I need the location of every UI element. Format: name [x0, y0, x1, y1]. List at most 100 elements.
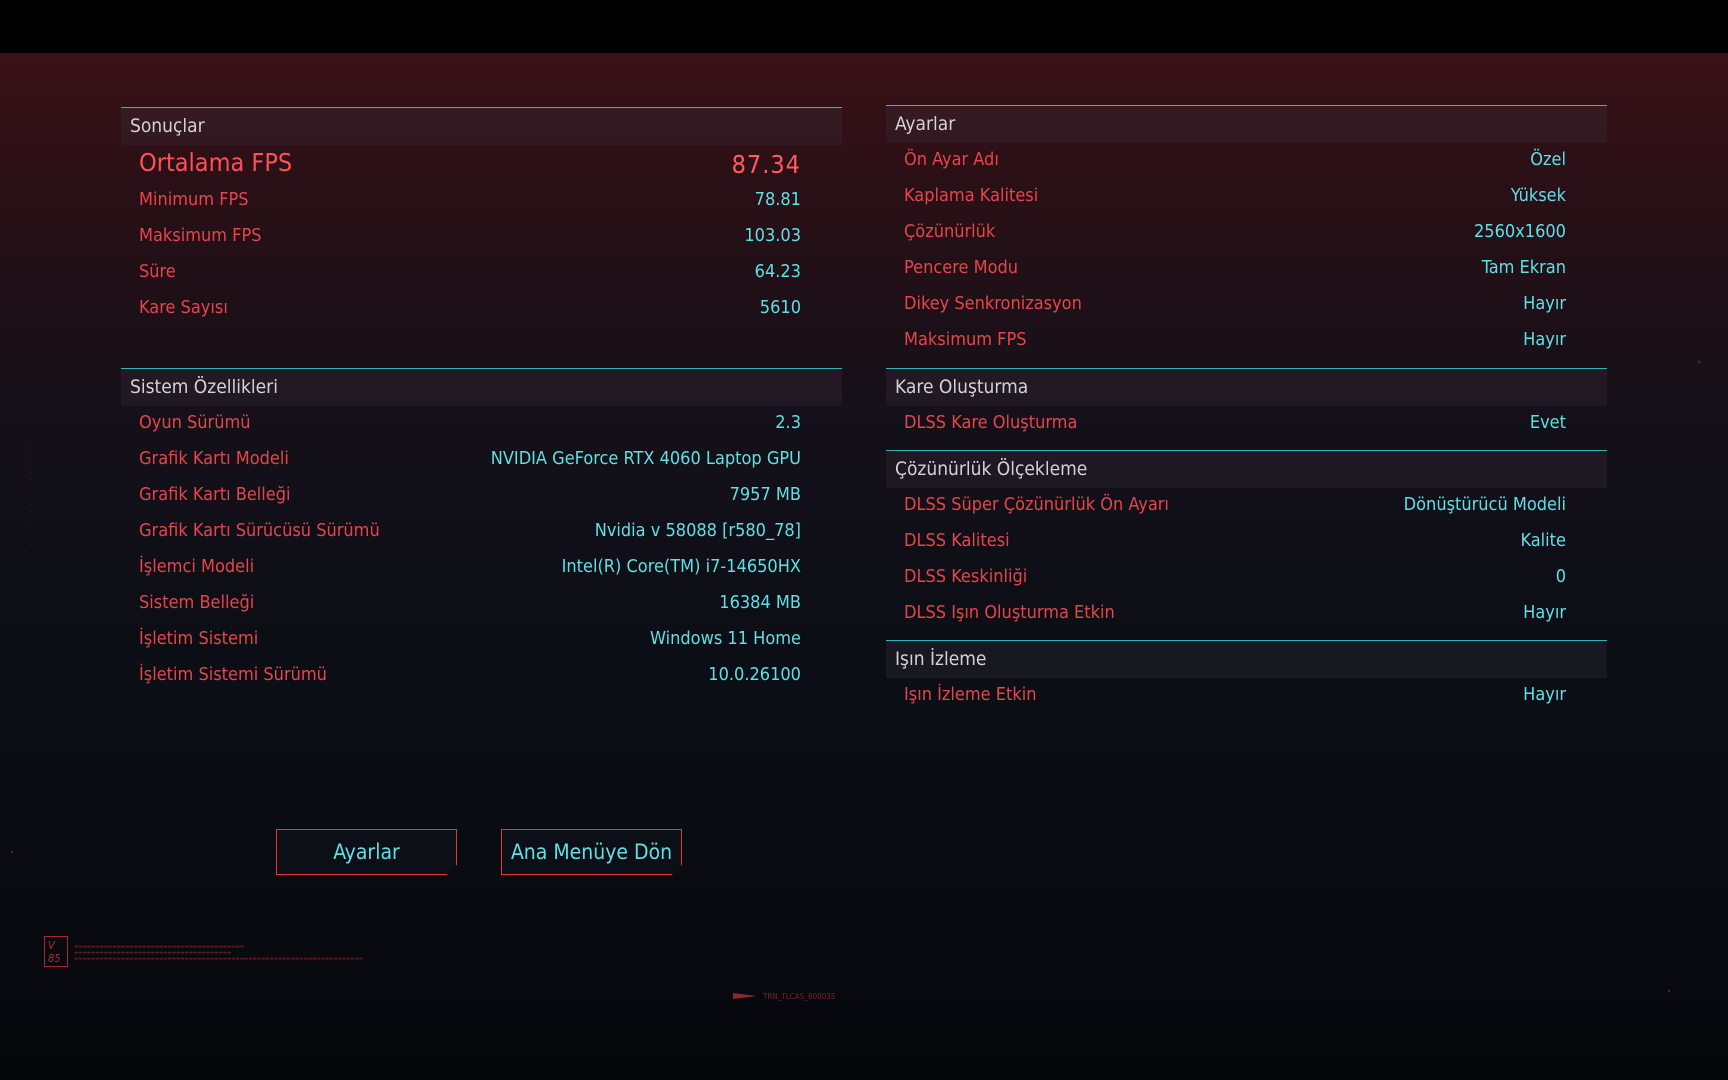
dlss-quality-label: DLSS Kalitesi [904, 530, 1010, 551]
maximum-fps-value: 103.03 [744, 225, 801, 246]
row-gpu-driver: Grafik Kartı Sürücüsü Sürümü Nvidia v 58… [121, 514, 842, 550]
dlss-ray-reconstruction-label: DLSS Işın Oluşturma Etkin [904, 602, 1115, 623]
row-dlss-preset: DLSS Süper Çözünürlük Ön Ayarı Dönüştürü… [886, 488, 1607, 524]
game-version-value: 2.3 [775, 412, 801, 433]
preset-name-value: Özel [1530, 149, 1566, 170]
row-dlss-quality: DLSS Kalitesi Kalite [886, 524, 1607, 560]
row-os-version: İşletim Sistemi Sürümü 10.0.26100 [121, 658, 842, 694]
system-memory-value: 16384 MB [719, 592, 801, 613]
gpu-model-value: NVIDIA GeForce RTX 4060 Laptop GPU [490, 448, 801, 469]
right-decor-mark: • [1697, 358, 1702, 367]
row-max-fps: Maksimum FPS Hayır [886, 323, 1607, 359]
row-preset-name: Ön Ayar Adı Özel [886, 143, 1607, 179]
results-header: Sonuçlar [121, 108, 842, 145]
gpu-driver-label: Grafik Kartı Sürücüsü Sürümü [139, 520, 380, 541]
raytracing-enabled-value: Hayır [1523, 684, 1566, 705]
system-memory-label: Sistem Belleği [139, 592, 255, 613]
bottom-right-decor-mark: • [1667, 987, 1672, 996]
os-version-value: 10.0.26100 [708, 664, 801, 685]
frame-gen-section: Kare Oluşturma DLSS Kare Oluşturma Evet [886, 368, 1607, 450]
settings-header: Ayarlar [886, 106, 1607, 143]
duration-value: 64.23 [754, 261, 801, 282]
row-dlss-sharpness: DLSS Keskinliği 0 [886, 560, 1607, 596]
footer-code: TRN_TLCAS_800035 [763, 992, 836, 1001]
row-window-mode: Pencere Modu Tam Ekran [886, 251, 1607, 287]
gpu-model-label: Grafik Kartı Modeli [139, 448, 289, 469]
minimum-fps-label: Minimum FPS [139, 189, 249, 210]
texture-quality-value: Yüksek [1510, 185, 1566, 206]
side-decor-text: · · · · · · · · · · · · · · · · [26, 445, 35, 547]
footer-arrow-icon [733, 993, 757, 999]
settings-button[interactable]: Ayarlar [276, 829, 458, 876]
duration-label: Süre [139, 261, 176, 282]
row-gpu-memory: Grafik Kartı Belleği 7957 MB [121, 478, 842, 514]
max-fps-label: Maksimum FPS [904, 329, 1027, 350]
row-texture-quality: Kaplama Kalitesi Yüksek [886, 179, 1607, 215]
row-cpu-model: İşlemci Modeli Intel(R) Core(TM) i7-1465… [121, 550, 842, 586]
frame-gen-header: Kare Oluşturma [886, 369, 1607, 406]
row-maximum-fps: Maksimum FPS 103.03 [121, 219, 842, 255]
raytracing-header: Işın İzleme [886, 641, 1607, 678]
fine-print-line-3: ▬▬▬▬▬▬▬▬▬▬▬▬▬▬▬▬▬▬▬▬▬▬▬▬▬▬▬▬▬▬▬▬▬▬▬▬▬▬▬▬… [74, 956, 364, 962]
scaling-header: Çözünürlük Ölçekleme [886, 451, 1607, 488]
row-raytracing-enabled: Işın İzleme Etkin Hayır [886, 678, 1607, 714]
dlss-preset-value: Dönüştürücü Modeli [1403, 494, 1566, 515]
dlss-preset-label: DLSS Süper Çözünürlük Ön Ayarı [904, 494, 1169, 515]
system-header: Sistem Özellikleri [121, 369, 842, 406]
row-game-version: Oyun Sürümü 2.3 [121, 406, 842, 442]
scaling-section: Çözünürlük Ölçekleme DLSS Süper Çözünürl… [886, 450, 1607, 640]
row-vsync: Dikey Senkronizasyon Hayır [886, 287, 1607, 323]
game-version-label: Oyun Sürümü [139, 412, 251, 433]
vsync-value: Hayır [1523, 293, 1566, 314]
settings-button-label: Ayarlar [333, 840, 400, 864]
row-frame-count: Kare Sayısı 5610 [121, 291, 842, 327]
cpu-model-label: İşlemci Modeli [139, 556, 255, 577]
dlss-frame-gen-label: DLSS Kare Oluşturma [904, 412, 1078, 433]
left-panel: Sonuçlar Ortalama FPS 87.34 Minimum FPS … [121, 107, 842, 694]
resolution-value: 2560x1600 [1474, 221, 1566, 242]
average-fps-label: Ortalama FPS [139, 148, 293, 177]
os-value: Windows 11 Home [650, 628, 801, 649]
raytracing-section: Işın İzleme Işın İzleme Etkin Hayır [886, 640, 1607, 714]
dlss-quality-value: Kalite [1520, 530, 1566, 551]
frame-count-value: 5610 [759, 297, 801, 318]
main-menu-button[interactable]: Ana Menüye Dön [501, 829, 683, 876]
gpu-driver-value: Nvidia v 58088 [r580_78] [594, 520, 801, 541]
row-dlss-ray-reconstruction: DLSS Işın Oluşturma Etkin Hayır [886, 596, 1607, 632]
settings-section: Ayarlar Ön Ayar Adı Özel Kaplama Kalites… [886, 105, 1607, 368]
row-minimum-fps: Minimum FPS 78.81 [121, 183, 842, 219]
os-version-label: İşletim Sistemi Sürümü [139, 664, 327, 685]
max-fps-value: Hayır [1523, 329, 1566, 350]
frame-count-label: Kare Sayısı [139, 297, 228, 318]
main-menu-button-label: Ana Menüye Dön [510, 840, 673, 864]
vsync-label: Dikey Senkronizasyon [904, 293, 1082, 314]
results-section: Sonuçlar Ortalama FPS 87.34 Minimum FPS … [121, 107, 842, 368]
dlss-frame-gen-value: Evet [1529, 412, 1566, 433]
window-mode-label: Pencere Modu [904, 257, 1019, 278]
left-decor-mark: • [10, 848, 15, 857]
gpu-memory-label: Grafik Kartı Belleği [139, 484, 291, 505]
minimum-fps-value: 78.81 [754, 189, 801, 210]
row-os: İşletim Sistemi Windows 11 Home [121, 622, 842, 658]
raytracing-enabled-label: Işın İzleme Etkin [904, 684, 1037, 705]
system-section: Sistem Özellikleri Oyun Sürümü 2.3 Grafi… [121, 368, 842, 694]
preset-name-label: Ön Ayar Adı [904, 149, 999, 170]
row-resolution: Çözünürlük 2560x1600 [886, 215, 1607, 251]
row-system-memory: Sistem Belleği 16384 MB [121, 586, 842, 622]
window-mode-value: Tam Ekran [1481, 257, 1566, 278]
dlss-sharpness-label: DLSS Keskinliği [904, 566, 1028, 587]
letterbox-top [0, 0, 1728, 53]
version-badge: V 85 [44, 936, 68, 967]
os-label: İşletim Sistemi [139, 628, 259, 649]
cpu-model-value: Intel(R) Core(TM) i7-14650HX [561, 556, 801, 577]
row-average-fps: Ortalama FPS 87.34 [121, 145, 842, 183]
gpu-memory-value: 7957 MB [729, 484, 801, 505]
texture-quality-label: Kaplama Kalitesi [904, 185, 1039, 206]
dlss-ray-reconstruction-value: Hayır [1523, 602, 1566, 623]
row-dlss-frame-gen: DLSS Kare Oluşturma Evet [886, 406, 1607, 442]
average-fps-value: 87.34 [731, 150, 801, 179]
maximum-fps-label: Maksimum FPS [139, 225, 262, 246]
right-panel: Ayarlar Ön Ayar Adı Özel Kaplama Kalites… [886, 105, 1607, 714]
resolution-label: Çözünürlük [904, 221, 996, 242]
row-duration: Süre 64.23 [121, 255, 842, 291]
